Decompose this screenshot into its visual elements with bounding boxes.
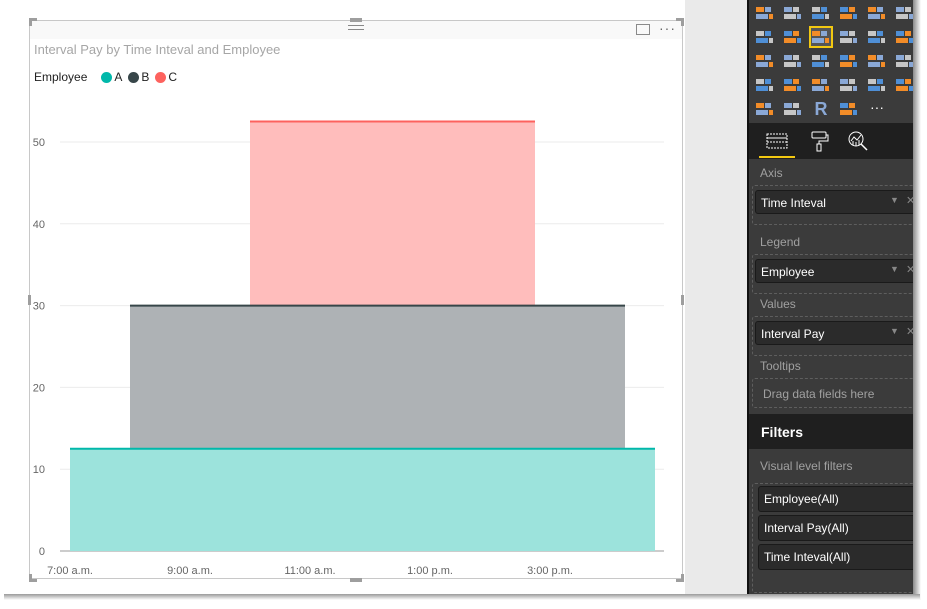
tooltips-placeholder: Drag data fields here [763,387,875,401]
stacked-column-icon[interactable] [783,4,803,22]
resize-handle-bl-h[interactable] [29,579,37,582]
visual-level-filters-label: Visual level filters [760,459,853,473]
powerbi-window: ··· Interval Pay by Time Inteval and Emp… [0,0,927,609]
legend-field-name: Employee [761,265,815,279]
kpi-icon[interactable] [895,76,913,94]
paint-roller-icon [811,131,829,152]
filter-card-employee[interactable]: Employee(All) [758,486,913,512]
axis-field-name: Time Inteval [761,196,826,210]
y-tick-label: 50 [33,137,45,149]
line-clustered-column-icon[interactable] [839,28,859,46]
card-icon[interactable] [867,76,887,94]
pane-tabs [747,123,913,159]
slicer-icon[interactable] [839,76,859,94]
scatter-icon[interactable] [755,52,775,70]
resize-handle-br-h[interactable] [676,579,684,582]
values-field-name: Interval Pay [761,327,825,341]
stacked-bar-icon[interactable] [755,4,775,22]
filters-header: Filters [747,414,913,449]
series-areas [70,120,655,551]
more-visuals-icon[interactable]: ··· [867,100,887,118]
donut-icon[interactable] [783,100,803,118]
x-tick-label: 3:00 p.m. [527,565,573,577]
resize-handle-bottom[interactable] [350,578,362,582]
tooltips-well-label: Tooltips [760,359,801,373]
fields-wells: Axis Time Inteval ▼ ✕ Legend Employee ▼ … [747,159,913,414]
chevron-down-icon[interactable]: ▼ [890,195,899,205]
format-tab[interactable] [801,123,837,159]
100-stacked-bar-icon[interactable] [867,4,887,22]
stacked-area-icon[interactable] [809,26,833,48]
fields-icon [766,133,788,149]
analytics-icon [848,131,868,151]
filter-card-interval-pay[interactable]: Interval Pay(All) [758,515,913,541]
pie-icon[interactable] [783,52,803,70]
analytics-tab[interactable] [840,123,876,159]
line-stacked-column-icon[interactable] [867,28,887,46]
matrix-icon[interactable] [895,52,913,70]
gauge-icon[interactable] [811,76,831,94]
filter-icon[interactable] [755,100,775,118]
y-tick-label: 40 [33,219,45,231]
y-tick-label: 0 [39,546,45,558]
chevron-down-icon[interactable]: ▼ [890,264,899,274]
r-visual-icon[interactable]: R [811,100,831,118]
treemap-icon[interactable] [811,52,831,70]
y-tick-label: 10 [33,464,45,476]
y-axis: 0 10 20 30 40 50 [33,137,45,558]
axis-field-pill[interactable]: Time Inteval ▼ ✕ [755,190,913,214]
filter-card-time-inteval[interactable]: Time Inteval(All) [758,544,913,570]
remove-icon[interactable]: ✕ [906,325,913,338]
resize-handle-tl-v[interactable] [29,18,32,26]
series-area-c [250,121,535,306]
resize-handle-left[interactable] [28,295,31,305]
line-chart-icon[interactable] [755,28,775,46]
100-stacked-column-icon[interactable] [895,4,913,22]
filled-map-icon[interactable] [755,76,775,94]
chart-plot: 0 10 20 30 40 50 7:00 a.m. 9:00 a.m. 11:00 a.m.… [33,120,664,577]
fields-tab[interactable] [759,123,795,159]
remove-icon[interactable]: ✕ [906,194,913,207]
globe-map-icon[interactable] [839,52,859,70]
series-area-a [70,448,655,551]
pane-divider [747,0,749,596]
legend-field-pill[interactable]: Employee ▼ ✕ [755,259,913,283]
y-tick-label: 30 [33,301,45,313]
x-axis: 7:00 a.m. 9:00 a.m. 11:00 a.m. 1:00 p.m. 3:0… [47,565,573,577]
table-icon[interactable] [867,52,887,70]
resize-handle-right[interactable] [681,295,684,305]
y-tick-label: 20 [33,382,45,394]
clustered-column-icon[interactable] [839,4,859,22]
series-area-b [130,305,625,449]
area-chart-visual[interactable]: ··· Interval Pay by Time Inteval and Emp… [29,20,683,579]
values-well-label: Values [760,297,796,311]
funnel-icon[interactable] [783,76,803,94]
x-tick-label: 1:00 p.m. [407,565,453,577]
legend-well-label: Legend [760,235,801,249]
x-tick-label: 9:00 a.m. [167,565,213,577]
report-canvas: ··· Interval Pay by Time Inteval and Emp… [0,0,747,596]
area-chart-icon[interactable] [783,28,803,46]
window-shadow [913,0,921,600]
visualizations-pane: R ··· Axis Time Inteval ▼ ✕ Legend Emplo… [747,0,913,596]
chevron-down-icon[interactable]: ▼ [890,326,899,336]
values-field-pill[interactable]: Interval Pay ▼ ✕ [755,321,913,345]
visualization-gallery: R ··· [747,0,913,123]
resize-handle-tr-v[interactable] [681,18,684,26]
window-shadow [4,594,920,600]
filters-section: Visual level filters Employee(All) Inter… [747,449,913,596]
axis-well-label: Axis [760,166,783,180]
ribbon-chart-icon[interactable] [895,28,913,46]
remove-icon[interactable]: ✕ [906,263,913,276]
resize-handle-top[interactable] [350,18,362,22]
table-2-icon[interactable] [839,100,859,118]
x-tick-label: 11:00 a.m. [284,565,335,577]
x-tick-label: 7:00 a.m. [47,565,93,577]
clustered-bar-icon[interactable] [811,4,831,22]
